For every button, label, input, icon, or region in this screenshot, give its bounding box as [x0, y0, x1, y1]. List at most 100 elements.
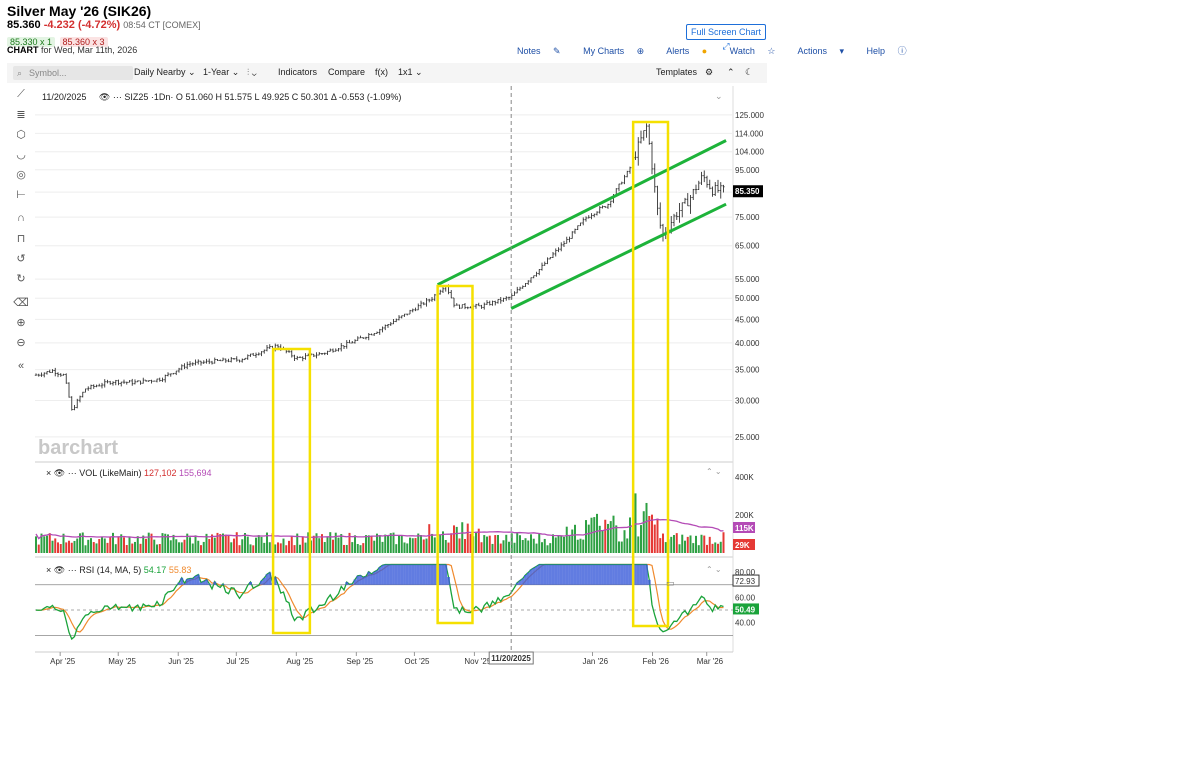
ohlc-bar — [89, 384, 93, 390]
trash-icon[interactable]: ⌫ — [12, 296, 30, 310]
ohlc-bar — [136, 380, 139, 383]
volume-bar — [585, 520, 587, 553]
ohlc-bar — [353, 339, 357, 344]
volume-bar — [147, 532, 150, 553]
volume-bar — [285, 545, 288, 553]
redo-icon[interactable]: ↻ — [12, 272, 30, 286]
volume-bar — [711, 543, 714, 553]
ohlc-bar — [483, 302, 486, 310]
magnet-icon[interactable]: ∩ — [12, 212, 30, 226]
symbol-search-input[interactable]: ⌕ Symbol... — [13, 66, 133, 80]
volume-bar — [268, 542, 271, 553]
ohlc-bar — [257, 352, 260, 356]
period-select[interactable]: Daily Nearby ⌄ — [134, 67, 196, 78]
rsi-overbought-fill — [221, 583, 225, 585]
ohlc-bar — [158, 377, 161, 382]
volume-bar — [543, 538, 546, 553]
ohlc-bar — [109, 380, 112, 385]
volume-bar — [703, 535, 706, 553]
ohlc-bar — [169, 373, 172, 377]
layout-select[interactable]: 1x1 ⌄ — [398, 67, 423, 78]
shape-tool-icon[interactable]: ⬡ — [12, 128, 30, 142]
measure-tool-icon[interactable]: ⊢ — [12, 188, 30, 202]
more-icon[interactable]: ··· — [113, 92, 122, 102]
lock-icon[interactable]: ⊓ — [12, 232, 30, 246]
rsi-overbought-fill — [581, 564, 585, 585]
close-icon[interactable]: × — [46, 468, 51, 478]
ohlc-bar — [373, 333, 376, 336]
volume-bar — [51, 540, 54, 553]
volume-bar — [73, 540, 76, 553]
volume-bar — [109, 536, 112, 553]
templates-button[interactable]: Templates — [656, 67, 697, 77]
ohlc-bar — [499, 296, 502, 304]
volume-bar — [656, 518, 659, 553]
pattern-tool-icon[interactable]: ◎ — [12, 168, 30, 182]
moon-icon[interactable]: ☾ — [745, 67, 753, 78]
help-link[interactable]: Help ⓘ — [867, 46, 917, 56]
actions-menu[interactable]: Actions ▾ — [797, 46, 854, 56]
indicators-button[interactable]: Indicators — [278, 67, 317, 77]
legend-date: 11/20/2025 — [42, 92, 87, 102]
volume-bar — [334, 532, 337, 553]
volume-bar — [337, 537, 340, 553]
volume-bar — [323, 542, 326, 553]
gear-icon[interactable]: ⚙ — [705, 67, 713, 78]
eye-icon[interactable]: 👁 — [99, 92, 110, 102]
volume-bar — [128, 537, 131, 553]
my-charts-link[interactable]: My Charts ⊕ — [583, 46, 654, 56]
volume-bar — [304, 542, 307, 553]
eye-icon[interactable]: 👁 — [54, 565, 65, 575]
ohlc-bar — [672, 213, 676, 227]
volume-bar — [332, 539, 334, 553]
rsi-overbought-fill — [392, 564, 395, 585]
full-screen-chart-button[interactable]: Full Screen Chart ⤢ — [686, 24, 766, 51]
ohlc-bar — [565, 236, 568, 244]
zoom-out-icon[interactable]: ⊖ — [12, 336, 30, 350]
watch-link[interactable]: Watch ☆ — [730, 46, 786, 56]
notes-label: Notes — [517, 46, 541, 56]
ohlc-bar — [604, 206, 607, 208]
notes-link[interactable]: Notes ✎ — [517, 46, 571, 56]
alerts-link[interactable]: Alerts ● — [666, 46, 717, 56]
ohlc-bar — [703, 170, 706, 183]
trendline-tool-icon[interactable]: ⟋ — [12, 88, 30, 102]
edit-icon: ✎ — [553, 46, 561, 56]
ohlc-bar — [111, 381, 115, 386]
bar-type-select[interactable]: ⫶ ⌄ — [247, 67, 257, 78]
volume-bar — [645, 502, 648, 553]
ohlc-bar — [213, 357, 216, 364]
ohlc-bar — [216, 358, 219, 361]
rsi-overbought-fill — [565, 564, 569, 585]
volume-bar — [46, 535, 48, 553]
volume-bar — [224, 534, 227, 553]
ohlc-bar — [450, 290, 453, 299]
range-select[interactable]: 1-Year ⌄ — [203, 67, 239, 78]
collapse-tools-icon[interactable]: « — [12, 360, 30, 374]
eye-icon[interactable]: 👁 — [54, 468, 65, 478]
volume-bar — [414, 538, 417, 553]
ohlc-bar — [560, 242, 563, 252]
brush-tool-icon[interactable]: ◡ — [12, 148, 30, 162]
compare-button[interactable]: Compare — [328, 67, 365, 77]
rsi-overbought-fill — [405, 564, 409, 585]
price-tick-label: 114.000 — [735, 129, 764, 138]
ohlc-bar — [276, 344, 280, 348]
close-icon[interactable]: × — [46, 565, 51, 575]
rsi-overbought-fill — [378, 567, 382, 585]
volume-bar — [400, 535, 403, 553]
undo-icon[interactable]: ↺ — [12, 252, 30, 266]
collapse-icon[interactable]: ⌃ — [727, 67, 735, 78]
ohlc-bar — [496, 298, 500, 304]
fib-tool-icon[interactable]: ≣ — [12, 108, 30, 122]
rsi-overbought-fill — [271, 582, 274, 585]
ohlc-bar — [419, 300, 423, 309]
more-icon[interactable]: ··· — [68, 468, 77, 478]
fx-button[interactable]: f(x) — [375, 67, 388, 77]
vol-value: 127,102 — [143, 468, 177, 478]
more-icon[interactable]: ··· — [68, 565, 77, 575]
ohlc-bar — [188, 361, 192, 367]
zoom-in-icon[interactable]: ⊕ — [12, 316, 30, 330]
ohlc-bar — [400, 315, 403, 319]
volume-bar — [596, 513, 598, 553]
